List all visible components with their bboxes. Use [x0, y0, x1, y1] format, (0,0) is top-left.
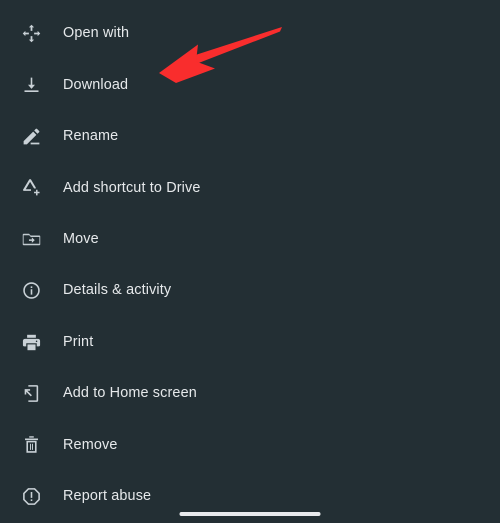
menu-item-details-activity[interactable]: Details & activity	[0, 265, 500, 316]
menu-item-add-to-home-screen[interactable]: Add to Home screen	[0, 368, 500, 419]
pencil-rename-icon	[19, 124, 43, 148]
drive-add-shortcut-icon	[19, 176, 43, 200]
printer-icon	[19, 330, 43, 354]
menu-item-label: Download	[63, 76, 129, 93]
menu-item-move[interactable]: Move	[0, 214, 500, 265]
menu-item-label: Details & activity	[63, 282, 172, 299]
menu-item-label: Print	[63, 333, 94, 350]
report-abuse-octagon-icon	[19, 484, 43, 508]
menu-item-rename[interactable]: Rename	[0, 111, 500, 162]
folder-move-icon	[19, 227, 43, 251]
open-with-move-arrows-icon	[19, 22, 43, 46]
download-icon	[19, 73, 43, 97]
menu-item-label: Remove	[63, 436, 118, 453]
info-circle-icon	[19, 279, 43, 303]
file-context-menu: Open with Download Rename Add shortcut t…	[0, 0, 500, 522]
menu-item-add-shortcut-to-drive[interactable]: Add shortcut to Drive	[0, 162, 500, 213]
menu-item-label: Move	[63, 231, 99, 248]
menu-item-label: Rename	[63, 128, 119, 145]
menu-item-label: Report abuse	[63, 488, 152, 504]
trash-remove-icon	[19, 433, 43, 457]
android-context-menu-screen: Open with Download Rename Add shortcut t…	[0, 0, 500, 523]
menu-item-open-with[interactable]: Open with	[0, 8, 500, 59]
menu-item-download[interactable]: Download	[0, 59, 500, 110]
menu-item-remove[interactable]: Remove	[0, 419, 500, 470]
menu-item-label: Add shortcut to Drive	[63, 179, 201, 196]
android-home-indicator[interactable]	[179, 512, 321, 516]
menu-item-label: Open with	[63, 25, 130, 42]
menu-item-print[interactable]: Print	[0, 316, 500, 367]
add-to-home-screen-icon	[19, 381, 43, 405]
menu-item-label: Add to Home screen	[63, 385, 197, 402]
